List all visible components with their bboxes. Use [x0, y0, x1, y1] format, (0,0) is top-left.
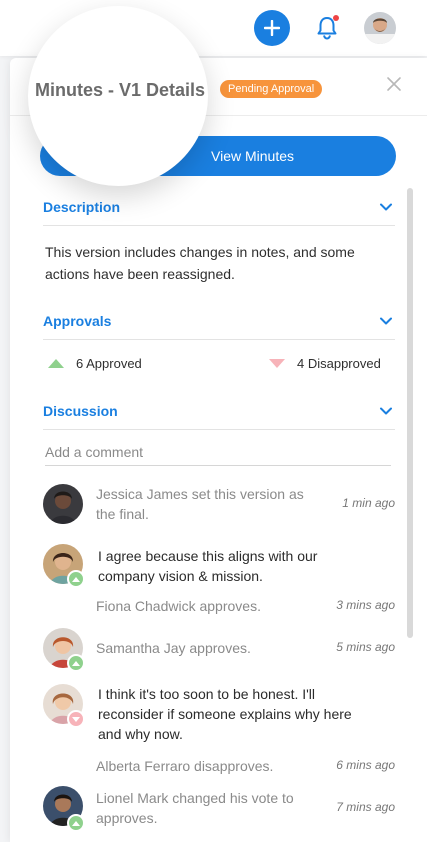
notification-dot	[333, 15, 339, 21]
status-badge: Pending Approval	[220, 80, 323, 98]
approvals-title: Approvals	[43, 313, 112, 329]
approve-icon	[67, 570, 85, 588]
approve-icon	[67, 814, 85, 832]
description-section-header[interactable]: Description	[43, 190, 395, 226]
chevron-down-icon[interactable]	[379, 404, 393, 418]
comment-time: 6 mins ago	[336, 758, 395, 772]
comment-event: Lionel Mark changed his vote to approves…	[96, 790, 294, 826]
chevron-down-icon[interactable]	[379, 200, 393, 214]
list-item: I agree because this aligns with our com…	[43, 544, 395, 620]
view-minutes-label: View Minutes	[211, 148, 295, 164]
plus-icon	[264, 20, 280, 36]
comment-message: I agree because this aligns with our com…	[98, 548, 318, 584]
comment-event: Samantha Jay approves.	[96, 640, 251, 656]
comment-event: Fiona Chadwick approves.	[96, 598, 261, 614]
list-item: Samantha Jay approves. 5 mins ago	[43, 628, 395, 672]
comment-time: 7 mins ago	[336, 800, 395, 814]
close-icon[interactable]	[386, 76, 402, 92]
chevron-down-icon[interactable]	[379, 314, 393, 328]
user-avatar[interactable]	[364, 12, 396, 44]
disapprove-icon	[67, 710, 85, 728]
approved-count: 6 Approved	[48, 356, 142, 371]
list-item: Jessica James set this version as the fi…	[43, 484, 395, 528]
list-item: I think it's too soon to be honest. I'll…	[43, 684, 395, 780]
add-button[interactable]	[254, 10, 290, 46]
comment-message: I think it's too soon to be honest. I'll…	[98, 686, 352, 742]
description-text: This version includes changes in notes, …	[45, 244, 355, 282]
disapproved-label: 4 Disapproved	[297, 356, 381, 371]
discussion-section-header[interactable]: Discussion	[43, 394, 395, 430]
minutes-details-panel: Minutes - V1 Details Pending Approval Vi…	[10, 58, 427, 842]
avatar	[43, 484, 83, 524]
comment-time: 3 mins ago	[336, 598, 395, 612]
comment-time: 5 mins ago	[336, 640, 395, 654]
scrollbar[interactable]	[407, 188, 413, 638]
discussion-title: Discussion	[43, 403, 118, 419]
approved-label: 6 Approved	[76, 356, 142, 371]
approve-icon	[67, 654, 85, 672]
comment-time: 1 min ago	[342, 496, 395, 510]
disapproved-count: 4 Disapproved	[269, 356, 381, 371]
comment-input[interactable]	[45, 438, 391, 466]
approved-icon	[48, 359, 64, 368]
approvals-section-header[interactable]: Approvals	[43, 304, 395, 340]
disapproved-icon	[269, 359, 285, 368]
comment-event: Jessica James set this version as the fi…	[96, 486, 304, 522]
panel-title-magnified: Minutes - V1 Details	[35, 80, 206, 100]
description-title: Description	[43, 199, 121, 215]
comment-event: Alberta Ferraro disapproves.	[96, 758, 274, 774]
list-item: Lionel Mark changed his vote to approves…	[43, 786, 395, 832]
